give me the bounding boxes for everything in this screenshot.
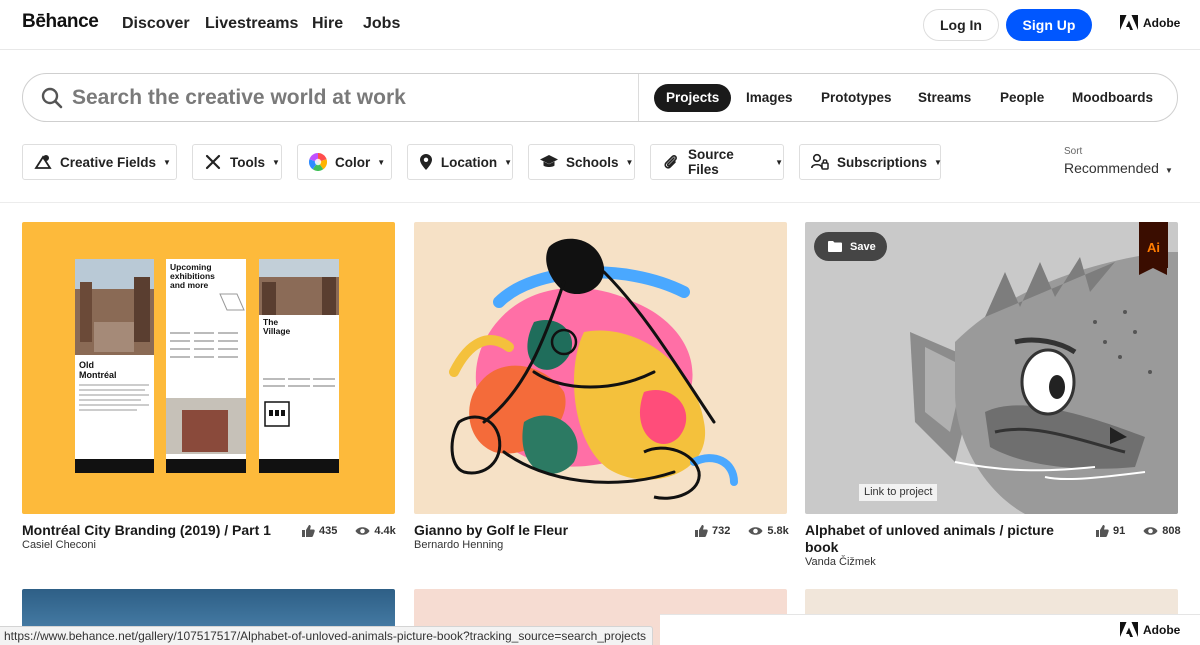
illustrator-badge: Ai [1139,222,1168,275]
gianno-illustration-image [449,238,738,500]
graduation-cap-icon [540,153,558,171]
nav-livestreams[interactable]: Livestreams [205,15,298,33]
status-url-bar: https://www.behance.net/gallery/10751751… [0,626,654,645]
adobe-logo-icon [1120,15,1138,30]
chevron-down-icon: ▼ [272,157,280,167]
search-divider [638,74,639,121]
filter-source-files[interactable]: Source Files ▼ [650,144,784,180]
filter-label: Tools [230,154,265,170]
svg-text:Village: Village [263,326,291,336]
chevron-down-icon: ▼ [775,157,783,167]
adobe-logo-icon [1120,622,1138,637]
svg-text:Old: Old [79,360,94,370]
filter-tools[interactable]: Tools ▼ [192,144,282,180]
subscriptions-icon [811,153,829,171]
filter-label: Color [335,154,371,170]
hyena-illustration-image [910,252,1178,514]
location-pin-icon [419,153,433,171]
svg-text:Montréal: Montréal [79,370,117,380]
adobe-footer-link[interactable]: Adobe [1120,622,1180,637]
adobe-label: Adobe [1143,15,1181,30]
login-button[interactable]: Log In [923,9,999,41]
sort-label: Sort [1064,146,1083,157]
project-thumbnail-montreal[interactable]: Old Montréal Upcoming exhibitions and mo… [22,222,395,514]
chevron-down-icon: ▼ [163,157,171,167]
paperclip-icon [662,153,680,171]
filter-color[interactable]: Color ▼ [297,144,392,180]
filter-label: Schools [566,154,619,170]
svg-text:and more: and more [170,280,209,290]
project-title[interactable]: Alphabet of unloved animals / picture bo… [805,522,1070,556]
sort-value: Recommended [1064,160,1159,176]
filter-location[interactable]: Location ▼ [407,144,513,180]
like-count: 732 [712,525,731,537]
project-owner[interactable]: Bernardo Henning [414,539,503,551]
nav-jobs[interactable]: Jobs [363,15,400,33]
filter-schools[interactable]: Schools ▼ [528,144,635,180]
save-label: Save [850,240,876,253]
behance-logo[interactable]: Bēhance [22,11,99,33]
filter-label: Location [440,154,498,170]
project-stats: 435 4.4k [301,524,396,538]
like-count: 91 [1113,525,1126,537]
project-thumbnail-alphabet[interactable] [805,222,1178,514]
tools-icon [204,153,222,171]
creative-fields-icon [34,153,52,171]
save-button[interactable]: Save [814,232,887,261]
filter-label: Source Files [687,147,734,177]
link-tooltip: Link to project [858,483,939,502]
top-navigation: Bēhance Discover Livestreams Hire Jobs L… [0,0,1200,50]
chevron-down-icon: ▼ [625,157,634,167]
tab-prototypes[interactable]: Prototypes [809,84,904,112]
eye-icon [355,527,370,535]
tab-images[interactable]: Images [734,84,805,112]
project-title[interactable]: Gianno by Golf le Fleur [414,522,674,539]
view-count: 4.4k [374,525,396,537]
view-count: 5.8k [767,525,789,537]
divider [0,202,1200,203]
tab-moodboards[interactable]: Moodboards [1060,84,1165,112]
eye-icon [748,527,763,535]
thumbs-up-icon [695,525,708,537]
color-wheel-icon [309,153,327,171]
thumbs-up-icon [302,525,315,537]
project-thumbnail-gianno[interactable] [414,222,787,514]
search-bar[interactable]: Search the creative world at work Projec… [22,73,1178,122]
montreal-posters-image: Old Montréal Upcoming exhibitions and mo… [75,259,339,473]
tab-streams[interactable]: Streams [906,84,983,112]
signup-button[interactable]: Sign Up [1006,9,1092,41]
folder-icon [828,241,842,252]
search-icon [41,87,63,109]
nav-discover[interactable]: Discover [122,15,190,33]
project-stats: 732 5.8k [694,524,789,538]
chevron-down-icon: ▼ [504,157,512,167]
adobe-label: Adobe [1143,622,1181,637]
project-owner[interactable]: Casiel Checoni [22,539,96,551]
filter-label: Subscriptions [837,154,928,170]
project-title[interactable]: Montréal City Branding (2019) / Part 1 [22,522,297,539]
tab-people[interactable]: People [988,84,1056,112]
chevron-down-icon: ▼ [377,157,386,167]
view-count: 808 [1162,525,1181,537]
adobe-link[interactable]: Adobe [1120,15,1180,30]
chevron-down-icon: ▼ [934,157,942,167]
filter-subscriptions[interactable]: Subscriptions ▼ [799,144,942,180]
like-count: 435 [319,525,338,537]
project-stats: 91 808 [1095,524,1181,538]
filter-label: Creative Fields [60,154,157,170]
sort-dropdown[interactable]: Recommended ▼ [1064,160,1173,176]
project-owner[interactable]: Vanda Čižmek [805,556,876,568]
eye-icon [1143,527,1158,535]
filter-creative-fields[interactable]: Creative Fields ▼ [22,144,177,180]
footer-bar [660,614,1200,645]
chevron-down-icon: ▼ [1164,166,1173,175]
search-input[interactable]: Search the creative world at work [72,86,406,110]
thumbs-up-icon [1096,525,1109,537]
nav-hire[interactable]: Hire [312,15,343,33]
tab-projects[interactable]: Projects [654,84,732,112]
